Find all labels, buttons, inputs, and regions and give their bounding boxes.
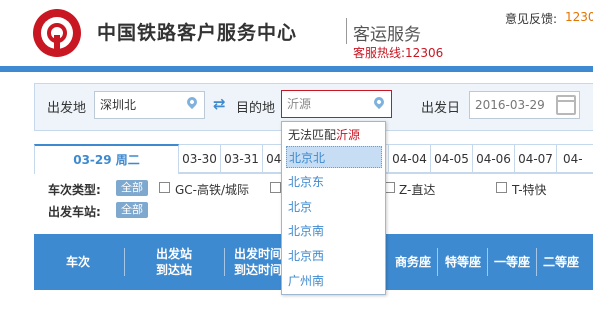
col-depart-time[interactable]: 出发时间 bbox=[230, 247, 286, 261]
swap-stations-icon[interactable]: ⇄ bbox=[213, 96, 231, 112]
railway-logo-icon[interactable] bbox=[33, 9, 81, 57]
col-to-station[interactable]: 到达站 bbox=[144, 263, 204, 277]
to-label: 目的地 bbox=[236, 101, 276, 116]
t-label: T-特快 bbox=[512, 183, 547, 197]
title-divider bbox=[346, 18, 347, 44]
nav-bar bbox=[0, 66, 593, 72]
col-premium[interactable]: 特等座 bbox=[440, 255, 486, 269]
suggestion-item[interactable]: 北京南 bbox=[286, 220, 382, 242]
station-label: 出发车站: bbox=[48, 205, 101, 219]
station-all-button[interactable]: 全部 bbox=[116, 202, 148, 218]
suggestion-item[interactable]: 北京东 bbox=[286, 171, 382, 193]
train-type-label: 车次类型: bbox=[48, 183, 101, 197]
gc-label: GC-高铁/城际 bbox=[175, 183, 250, 197]
tab-date-0[interactable]: 03-29 周二 bbox=[34, 144, 179, 174]
hotline-text: 客服热线:12306 bbox=[353, 46, 444, 60]
site-header: 中国铁路客户服务中心 客运服务 客服热线:12306 意见反馈: 12306 bbox=[0, 0, 593, 66]
section-title: 客运服务 bbox=[353, 25, 421, 45]
from-label: 出发地 bbox=[47, 101, 87, 116]
station-suggestions-dropdown: 无法匹配沂源 北京北 北京东 北京 北京南 北京西 广州南 bbox=[281, 121, 386, 295]
train-type-all-button[interactable]: 全部 bbox=[116, 180, 148, 196]
tab-date-8[interactable]: 04-06 bbox=[473, 144, 515, 173]
col-second-class[interactable]: 二等座 bbox=[538, 255, 584, 269]
no-match-hint: 无法匹配沂源 bbox=[288, 128, 361, 142]
feedback-number[interactable]: 12306 bbox=[565, 10, 593, 24]
suggestion-item[interactable]: 北京北 bbox=[286, 146, 382, 168]
tab-date-10[interactable]: 04-08 bbox=[557, 144, 593, 173]
col-arrive-time[interactable]: 到达时间 bbox=[230, 263, 286, 277]
col-from-station[interactable]: 出发站 bbox=[144, 247, 204, 261]
d-checkbox[interactable] bbox=[270, 182, 281, 193]
col-train-no[interactable]: 车次 bbox=[58, 255, 98, 269]
date-label: 出发日 bbox=[421, 101, 461, 116]
z-label: Z-直达 bbox=[399, 183, 436, 197]
suggestion-item[interactable]: 北京 bbox=[286, 196, 382, 218]
tab-date-6[interactable]: 04-04 bbox=[389, 144, 431, 173]
suggestion-item[interactable]: 北京西 bbox=[286, 245, 382, 267]
feedback-link[interactable]: 意见反馈: bbox=[505, 10, 557, 27]
t-checkbox[interactable] bbox=[496, 182, 507, 193]
tab-date-2[interactable]: 03-31 bbox=[221, 144, 263, 173]
tab-date-9[interactable]: 04-07 bbox=[515, 144, 557, 173]
calendar-icon[interactable] bbox=[556, 95, 576, 115]
tab-date-7[interactable]: 04-05 bbox=[431, 144, 473, 173]
suggestion-item[interactable]: 广州南 bbox=[286, 270, 382, 292]
col-first-class[interactable]: 一等座 bbox=[489, 255, 535, 269]
col-business[interactable]: 商务座 bbox=[390, 255, 436, 269]
gc-checkbox[interactable] bbox=[159, 182, 170, 193]
tab-date-1[interactable]: 03-30 bbox=[179, 144, 221, 173]
site-title: 中国铁路客户服务中心 bbox=[97, 22, 298, 44]
